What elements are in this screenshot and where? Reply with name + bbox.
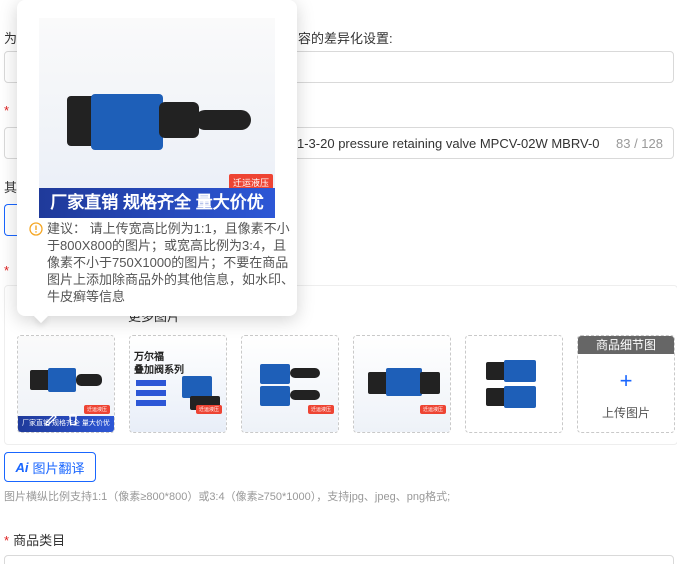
thumbnail-actions [44, 412, 84, 428]
product-title-counter: 83 / 128 [616, 136, 663, 151]
image-preview-popover: 迁运液压 厂家直销 规格齐全 量大价优 建议： 请上传宽高比例为1:1，且像素不… [17, 0, 297, 316]
thumbnail-tag: 迁运液压 [83, 405, 110, 414]
images-required-mark: * [4, 263, 10, 278]
title-required-mark: * [4, 103, 10, 118]
diff-setting-label-prefix: 为 [4, 31, 18, 46]
upload-label: 上传图片 [601, 406, 650, 420]
thumbnail-tag: 迁运液压 [419, 405, 446, 414]
image-format-hint: 图片横纵比例支持1:1（像素≥800*800）或3:4（像素≥750*1000）… [4, 491, 451, 503]
thumbnail-main[interactable]: 迁运液压 厂家直销 规格齐全 量大价优 [17, 335, 115, 433]
image-translate-label: 图片翻译 [32, 460, 85, 476]
warning-icon [29, 222, 43, 236]
upload-plus-icon: + [619, 368, 633, 393]
ai-icon: Ai [15, 459, 29, 475]
category-label: * 商品类目 [4, 530, 65, 549]
diff-setting-label-suffix: 容的差异化设置: [298, 31, 393, 46]
thumbnail-tag: 迁运液压 [307, 405, 334, 414]
detail-image-label: 商品细节图 [578, 336, 674, 354]
delete-icon[interactable] [66, 412, 80, 426]
preview-banner: 厂家直销 规格齐全 量大价优 [39, 188, 275, 218]
category-required-mark: * [4, 533, 10, 548]
thumbnail-5[interactable] [465, 335, 563, 433]
other-label: 其 [4, 180, 18, 195]
category-select[interactable] [4, 555, 674, 564]
edit-icon[interactable] [44, 412, 58, 426]
upload-tip-text: 建议： 请上传宽高比例为1:1，且像素不小于800X800的图片；或宽高比例为3… [47, 221, 295, 304]
thumbnail-tag: 迁运液压 [195, 405, 222, 414]
product-title-value: 1-3-20 pressure retaining valve MPCV-02W… [297, 136, 600, 151]
thumbnail-3[interactable]: 迁运液压 [241, 335, 339, 433]
thumbnail-2[interactable]: 万尔福 叠加阀系列 迁运液压 [129, 335, 227, 433]
category-label-text: 商品类目 [13, 533, 66, 548]
image-translate-button[interactable]: Ai 图片翻译 [4, 452, 96, 482]
thumbnail-4[interactable]: 迁运液压 [353, 335, 451, 433]
preview-image: 迁运液压 厂家直销 规格齐全 量大价优 [39, 18, 275, 218]
detail-image-upload[interactable]: 商品细节图 + 上传图片 [577, 335, 675, 433]
thumbnail-title2: 叠加阀系列 [134, 365, 184, 376]
